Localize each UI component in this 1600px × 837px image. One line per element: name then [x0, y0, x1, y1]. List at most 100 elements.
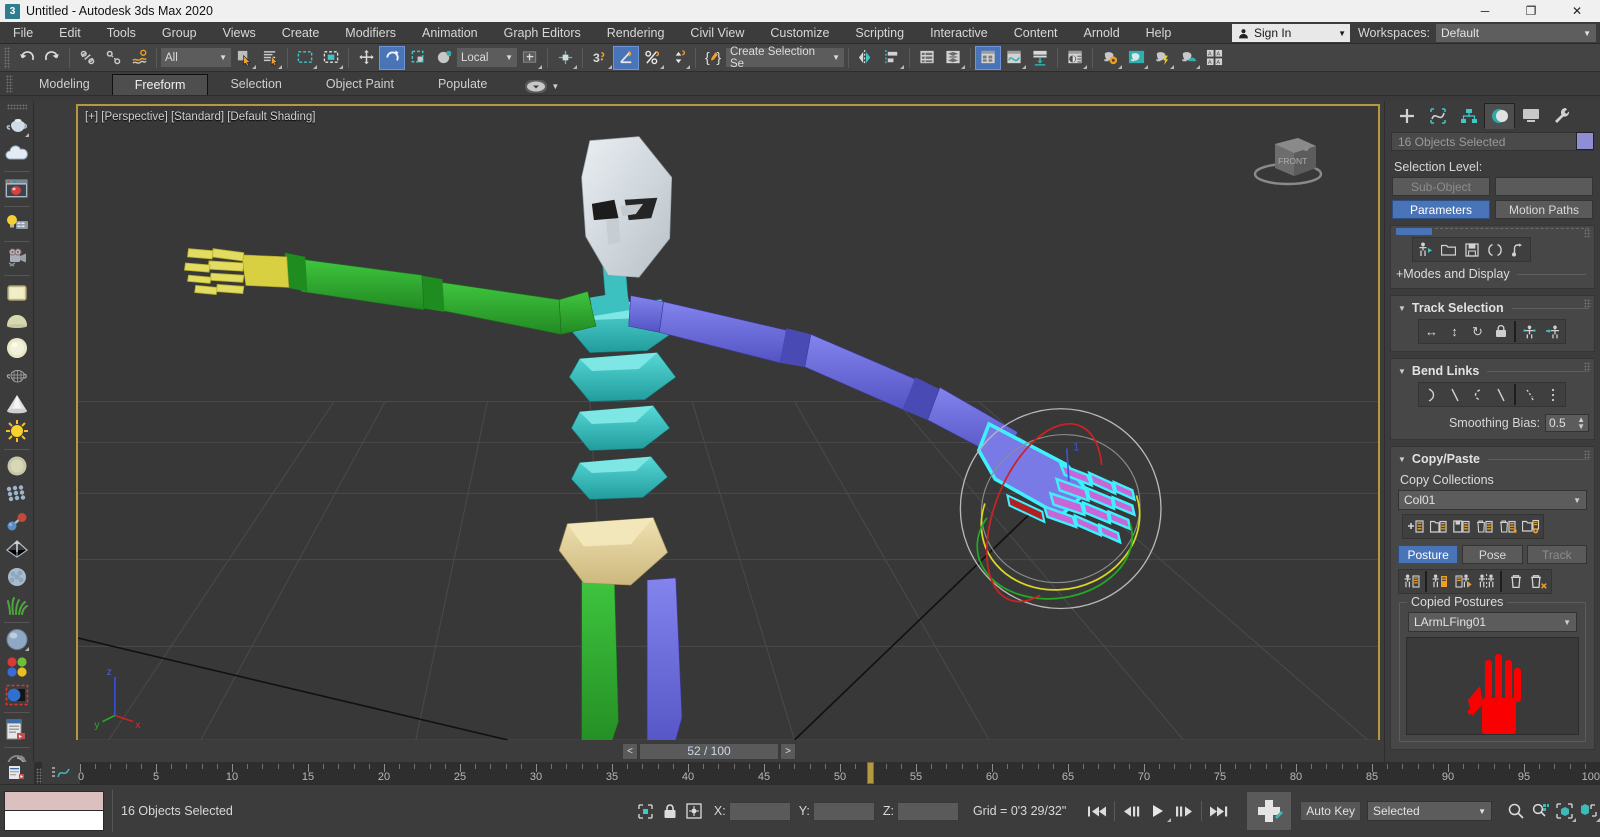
rollout-grip[interactable]: [1584, 229, 1591, 238]
twist-individual-icon[interactable]: [1466, 384, 1489, 405]
menu-item-graph-editors[interactable]: Graph Editors: [491, 22, 594, 44]
z-coordinate-field[interactable]: [896, 801, 959, 821]
body-horizontal-icon[interactable]: ↔: [1420, 321, 1443, 342]
motion-flow-icon[interactable]: [1506, 239, 1529, 260]
previous-frame-arrow[interactable]: <: [622, 742, 638, 760]
minimize-button[interactable]: ─: [1462, 0, 1508, 22]
display-tab[interactable]: [1515, 103, 1546, 129]
listener-input-field[interactable]: [4, 811, 104, 831]
view-cube[interactable]: FRONT: [1248, 128, 1328, 190]
menu-item-content[interactable]: Content: [1001, 22, 1071, 44]
save-collection-icon[interactable]: [1450, 516, 1473, 537]
copy-mode-pose-button[interactable]: Pose: [1462, 545, 1523, 564]
render-preview-icon[interactable]: [3, 175, 31, 202]
object-color-swatch[interactable]: [1576, 132, 1594, 150]
object-name-field[interactable]: 16 Objects Selected: [1391, 132, 1594, 151]
key-filters-dropdown[interactable]: Selected ▼: [1367, 801, 1492, 821]
biped-active-button-sliver[interactable]: [1396, 228, 1432, 235]
color-swatches-icon[interactable]: [3, 654, 31, 681]
schematic-view-button[interactable]: [1001, 46, 1027, 70]
material-editor-button[interactable]: [1062, 46, 1088, 70]
copy-paste-header[interactable]: ▼ Copy/Paste: [1396, 451, 1589, 470]
maximize-button[interactable]: ❐: [1508, 0, 1554, 22]
named-selection-set-dropdown[interactable]: Create Selection Se ▼: [726, 46, 844, 70]
smooth-twist-mode-icon[interactable]: [1489, 384, 1512, 405]
edit-named-selection-sets-button[interactable]: {}: [700, 46, 726, 70]
select-and-manipulate-button[interactable]: [552, 46, 578, 70]
render-iterative-button[interactable]: [1175, 46, 1201, 70]
time-playhead[interactable]: [867, 762, 875, 784]
next-frame-button[interactable]: [1171, 799, 1197, 823]
delete-all-collections-icon[interactable]: [1496, 516, 1519, 537]
save-file-icon[interactable]: [1460, 239, 1483, 260]
select-and-place-button[interactable]: [431, 46, 457, 70]
sign-in-button[interactable]: Sign In ▼: [1231, 24, 1350, 42]
percent-snap-toggle-button[interactable]: [639, 46, 665, 70]
maxscript-mini-listener[interactable]: [4, 791, 104, 831]
particle-array-icon[interactable]: [3, 481, 31, 508]
curve-editor-button[interactable]: [975, 45, 1001, 70]
paste-posture-mirrored-icon[interactable]: [1475, 571, 1498, 592]
flyout-corner-icon[interactable]: [961, 64, 965, 69]
toolbar-grip[interactable]: [4, 46, 10, 69]
zero-all-icon[interactable]: [1541, 384, 1564, 405]
collection-options-icon[interactable]: [1519, 516, 1542, 537]
bind-to-space-warp-button[interactable]: [126, 46, 152, 70]
noise-blob-icon[interactable]: [3, 564, 31, 591]
select-and-link-button[interactable]: [74, 46, 100, 70]
teapot-standard-primitives-icon[interactable]: [3, 113, 31, 140]
flyout-corner-icon[interactable]: [1118, 64, 1122, 69]
lock-com-keying-icon[interactable]: [1489, 321, 1512, 342]
selection-lock-region-icon[interactable]: [634, 799, 658, 823]
select-and-scale-button[interactable]: [405, 46, 431, 70]
rendered-frame-window-button[interactable]: [1123, 46, 1149, 70]
flyout-corner-icon[interactable]: [1144, 64, 1148, 69]
teapot-wire-icon[interactable]: [3, 363, 31, 390]
motion-tab[interactable]: [1484, 103, 1515, 129]
mesh-arrow-icon[interactable]: [3, 536, 31, 563]
copy-mode-posture-button[interactable]: Posture: [1398, 545, 1459, 564]
window-crossing-button[interactable]: [318, 46, 344, 70]
copy-mode-track-button[interactable]: Track: [1526, 545, 1587, 564]
x-coordinate-field[interactable]: [728, 801, 791, 821]
flyout-corner-icon[interactable]: [24, 646, 29, 651]
flyout-corner-icon[interactable]: [1196, 64, 1200, 69]
menu-item-create[interactable]: Create: [269, 22, 333, 44]
bend-links-mode-icon[interactable]: [1420, 384, 1443, 405]
opposite-tracks-icon[interactable]: [1541, 321, 1564, 342]
delete-posture-icon[interactable]: [1504, 571, 1527, 592]
select-by-name-button[interactable]: [257, 46, 283, 70]
flyout-corner-icon[interactable]: [660, 64, 664, 69]
ribbon-minimize-icon[interactable]: [525, 80, 548, 93]
use-center-flyout-button[interactable]: [517, 46, 543, 70]
flyout-corner-icon[interactable]: [1170, 64, 1174, 69]
flyout-corner-icon[interactable]: [538, 64, 542, 69]
layer-explorer-button[interactable]: [914, 46, 940, 70]
motion-paths-button[interactable]: Motion Paths: [1495, 200, 1593, 219]
hierarchy-tab[interactable]: [1453, 103, 1484, 129]
menu-item-animation[interactable]: Animation: [409, 22, 491, 44]
zoom-icon[interactable]: [1504, 799, 1528, 823]
y-coordinate-field[interactable]: [812, 801, 875, 821]
current-frame-field[interactable]: 52 / 100: [639, 742, 779, 760]
menu-item-customize[interactable]: Customize: [757, 22, 842, 44]
modify-tab[interactable]: [1422, 103, 1453, 129]
curve-editor-icon[interactable]: [42, 762, 80, 784]
open-ase-button[interactable]: AAAA: [1201, 46, 1227, 70]
spinner-snap-toggle-button[interactable]: [665, 46, 691, 70]
rectangular-selection-region-button[interactable]: [292, 46, 318, 70]
set-key-button[interactable]: [1246, 791, 1293, 831]
rollout-grip[interactable]: [1584, 362, 1591, 371]
flyout-corner-icon[interactable]: [900, 64, 904, 69]
material-sphere-icon[interactable]: [3, 626, 31, 653]
twist-links-mode-icon[interactable]: [1443, 384, 1466, 405]
select-object-button[interactable]: [231, 46, 257, 70]
zoom-all-icon[interactable]: [1528, 799, 1552, 823]
menu-item-edit[interactable]: Edit: [46, 22, 94, 44]
select-and-rotate-button[interactable]: [379, 45, 405, 70]
create-collection-icon[interactable]: [1404, 516, 1427, 537]
auto-key-button[interactable]: Auto Key: [1300, 801, 1361, 821]
flyout-corner-icon[interactable]: [313, 64, 317, 69]
redo-button[interactable]: [39, 46, 65, 70]
menu-item-file[interactable]: File: [0, 22, 46, 44]
